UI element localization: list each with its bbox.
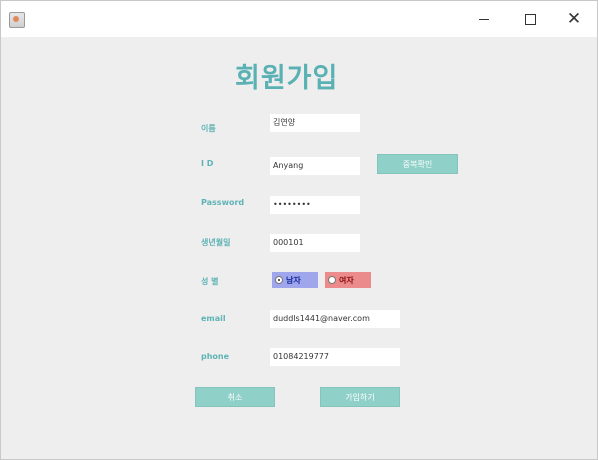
java-app-icon <box>9 12 25 28</box>
id-label: I D <box>201 159 214 168</box>
gender-male-label: 남자 <box>286 275 301 285</box>
minimize-button[interactable] <box>461 1 507 37</box>
email-label: email <box>201 314 226 323</box>
gender-female-radio[interactable]: 여자 <box>325 272 371 288</box>
birthdate-field[interactable]: 000101 <box>270 234 360 252</box>
minimize-icon <box>479 18 489 20</box>
gender-label: 성 별 <box>201 277 219 286</box>
radio-selected-icon <box>275 276 283 284</box>
signup-window: ✕ 회원가입 이름 김연양 I D Anyang 중복확인 Password •… <box>0 0 598 460</box>
close-button[interactable]: ✕ <box>551 1 597 37</box>
cancel-button[interactable]: 취소 <box>195 387 275 407</box>
submit-button[interactable]: 가입하기 <box>320 387 400 407</box>
radio-unselected-icon <box>328 276 336 284</box>
gender-female-label: 여자 <box>339 275 354 285</box>
name-label: 이름 <box>201 124 216 133</box>
page-title: 회원가입 <box>235 63 339 94</box>
phone-label: phone <box>201 352 230 361</box>
maximize-icon <box>524 13 536 25</box>
gender-male-radio[interactable]: 남자 <box>272 272 318 288</box>
email-field[interactable]: duddls1441@naver.com <box>270 310 400 328</box>
name-field[interactable]: 김연양 <box>270 114 360 132</box>
close-icon: ✕ <box>566 8 582 29</box>
title-bar: ✕ <box>1 1 597 37</box>
password-field[interactable]: •••••••• <box>270 196 360 214</box>
password-label: Password <box>201 198 245 207</box>
id-field[interactable]: Anyang <box>270 157 360 175</box>
phone-field[interactable]: 01084219777 <box>270 348 400 366</box>
birthdate-label: 생년월일 <box>201 238 231 247</box>
maximize-button[interactable] <box>507 1 553 37</box>
check-duplicate-button[interactable]: 중복확인 <box>377 154 458 174</box>
